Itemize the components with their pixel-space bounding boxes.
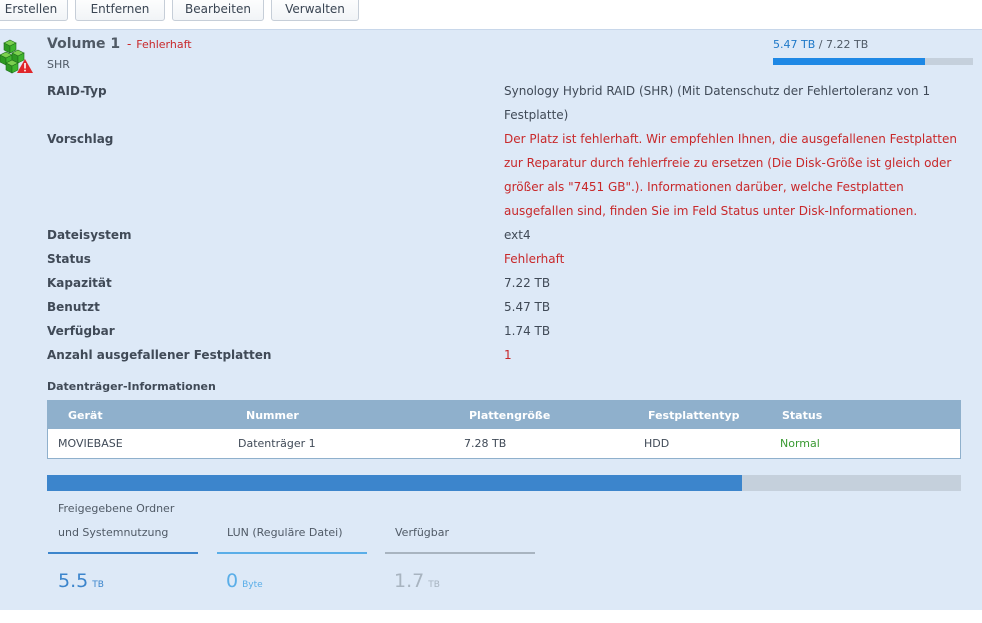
value-unit: Byte	[242, 580, 263, 590]
value-unit: TB	[428, 580, 440, 590]
edit-button[interactable]: Bearbeiten	[172, 0, 264, 21]
used-value: 5.47 TB	[504, 300, 551, 314]
header-number[interactable]: Nummer	[246, 409, 299, 422]
disk-info-title: Datenträger-Informationen	[47, 380, 216, 393]
used-label: Benutzt	[47, 300, 100, 314]
suggestion-value: Der Platz ist fehlerhaft. Wir empfehlen …	[504, 132, 957, 218]
header-disk-size[interactable]: Plattengröße	[469, 409, 550, 422]
filesystem-value: ext4	[504, 228, 531, 242]
volume-usage-bar	[773, 58, 973, 65]
manage-button[interactable]: Verwalten	[271, 0, 359, 21]
available-label: Verfügbar	[47, 324, 115, 338]
disk-table-header: Gerät Nummer Plattengröße Festplattentyp…	[48, 401, 960, 429]
remove-button[interactable]: Entfernen	[75, 0, 165, 21]
volume-type: SHR	[47, 58, 70, 71]
value-number: 5.5	[58, 570, 89, 592]
legend-available: Verfügbar	[385, 496, 535, 556]
volume-state: Fehlerhaft	[136, 38, 192, 51]
legend-label-line1: Freigegebene Ordner	[58, 502, 175, 515]
volume-title: Volume 1 - Fehlerhaft	[47, 36, 192, 52]
capacity-breakdown-bar	[47, 475, 961, 491]
failed-disks-label: Anzahl ausgefallener Festplatten	[47, 348, 272, 362]
filesystem-label: Dateisystem	[47, 228, 132, 242]
header-status[interactable]: Status	[782, 409, 822, 422]
value-number: 1.7	[394, 570, 425, 592]
create-button[interactable]: Erstellen	[0, 0, 68, 21]
available-value-large: 1.7 TB	[394, 570, 440, 592]
disk-status: Normal	[780, 437, 820, 450]
status-value: Fehlerhaft	[504, 252, 565, 266]
toolbar: Erstellen Entfernen Bearbeiten Verwalten	[0, 0, 982, 24]
capacity-breakdown-fill	[47, 475, 742, 491]
capacity-value: 7.22 TB	[504, 276, 551, 290]
title-separator: -	[127, 37, 132, 51]
legend-label-line2: LUN (Reguläre Datei)	[227, 526, 343, 539]
disk-device: MOVIEBASE	[58, 437, 123, 450]
lun-value: 0 Byte	[226, 570, 263, 592]
volume-total: 7.22 TB	[825, 38, 869, 51]
capacity-label: Kapazität	[47, 276, 112, 290]
shared-folders-value: 5.5 TB	[58, 570, 104, 592]
volume-cubes-warning-icon	[0, 39, 33, 74]
header-device[interactable]: Gerät	[68, 409, 103, 422]
volume-usage-bar-fill	[773, 58, 925, 65]
table-row[interactable]: MOVIEBASE Datenträger 1 7.28 TB HDD Norm…	[48, 429, 960, 458]
raid-type-value: Synology Hybrid RAID (SHR) (Mit Datensch…	[504, 84, 931, 122]
available-value: 1.74 TB	[504, 324, 551, 338]
status-label: Status	[47, 252, 91, 266]
volume-usage-label: 5.47 TB / 7.22 TB	[773, 38, 868, 51]
legend-color-line	[217, 552, 367, 554]
value-unit: TB	[92, 580, 104, 590]
failed-disks-value: 1	[504, 348, 512, 362]
legend-label-line2: Verfügbar	[395, 526, 450, 539]
legend-label-line2: und Systemnutzung	[58, 526, 169, 539]
volume-name: Volume 1	[47, 36, 121, 52]
suggestion-label: Vorschlag	[47, 132, 114, 146]
value-number: 0	[226, 570, 239, 592]
disk-type: HDD	[644, 437, 670, 450]
disk-size: 7.28 TB	[464, 437, 507, 450]
disk-number: Datenträger 1	[238, 437, 316, 450]
legend-shared-folders: Freigegebene Ordner und Systemnutzung	[48, 496, 198, 556]
volume-used: 5.47 TB	[773, 38, 816, 51]
legend-lun: LUN (Reguläre Datei)	[217, 496, 367, 556]
usage-separator: /	[818, 38, 823, 51]
raid-type-label: RAID-Typ	[47, 84, 107, 98]
header-disk-type[interactable]: Festplattentyp	[648, 409, 740, 422]
legend-color-line	[385, 552, 535, 554]
legend-color-line	[48, 552, 198, 554]
disk-info-table: Gerät Nummer Plattengröße Festplattentyp…	[47, 400, 961, 459]
